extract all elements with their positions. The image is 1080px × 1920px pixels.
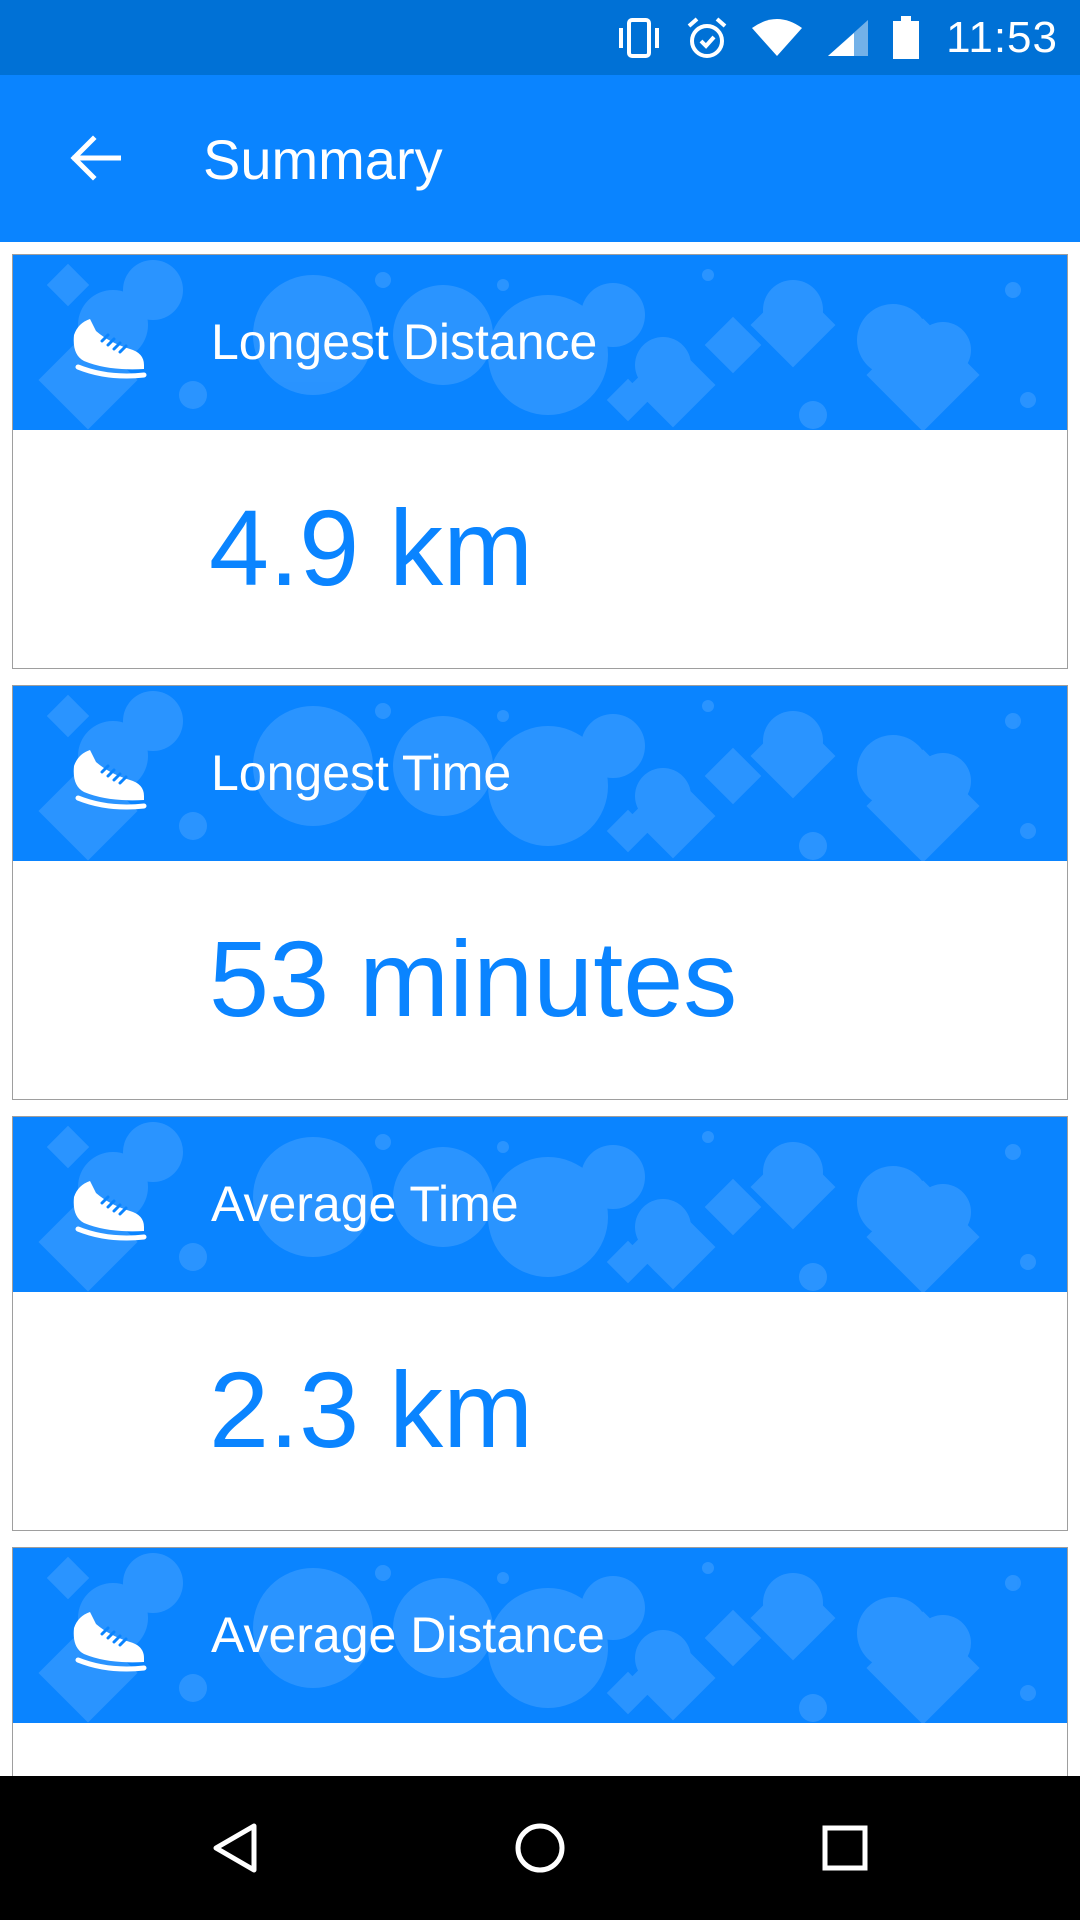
card-header: Longest Time bbox=[13, 686, 1067, 861]
status-bar: 11:53 bbox=[0, 0, 1080, 75]
arrow-back-icon bbox=[70, 135, 121, 181]
page-title: Summary bbox=[203, 128, 443, 191]
back-button[interactable] bbox=[52, 115, 138, 201]
sneaker-icon bbox=[73, 1181, 147, 1241]
card-value: 4.9 km bbox=[209, 487, 534, 608]
card-header: Longest Distance bbox=[13, 255, 1067, 430]
alarm-icon bbox=[686, 16, 728, 60]
summary-card-list[interactable]: Longest Distance 4.9 km Longest Time 53 … bbox=[12, 254, 1068, 1776]
sneaker-icon bbox=[73, 319, 147, 379]
system-nav-bar bbox=[0, 1776, 1080, 1920]
card-title: Longest Time bbox=[211, 745, 512, 801]
status-icons: 11:53 bbox=[614, 0, 1058, 75]
recents-square-icon bbox=[822, 1825, 868, 1871]
wifi-icon bbox=[750, 18, 804, 58]
card-body: 53 minutes bbox=[13, 861, 1067, 1099]
app-bar: Summary bbox=[0, 75, 1080, 242]
card-title: Average Distance bbox=[211, 1607, 605, 1663]
vibrate-icon bbox=[614, 17, 664, 58]
header-pattern bbox=[38, 691, 1036, 861]
nav-home-button[interactable] bbox=[490, 1798, 590, 1898]
card-value: 2.3 km bbox=[209, 1349, 534, 1470]
sneaker-icon bbox=[73, 750, 147, 810]
card-value: 53 minutes bbox=[209, 918, 738, 1039]
signal-icon bbox=[826, 18, 870, 58]
card-longest-time: Longest Time 53 minutes bbox=[12, 685, 1068, 1100]
status-time: 11:53 bbox=[946, 12, 1058, 62]
nav-recents-button[interactable] bbox=[795, 1798, 895, 1898]
card-header: Average Distance bbox=[13, 1548, 1067, 1723]
card-body: 4.9 km bbox=[13, 430, 1067, 668]
home-circle-icon bbox=[515, 1823, 565, 1873]
card-title: Longest Distance bbox=[211, 314, 598, 370]
card-title: Average Time bbox=[211, 1176, 519, 1232]
battery-icon bbox=[892, 15, 920, 60]
card-header: Average Time bbox=[13, 1117, 1067, 1292]
header-pattern bbox=[38, 1122, 1036, 1292]
back-triangle-icon bbox=[213, 1823, 257, 1873]
card-average-time: Average Time 2.3 km bbox=[12, 1116, 1068, 1531]
sneaker-icon bbox=[73, 1612, 147, 1672]
nav-back-button[interactable] bbox=[186, 1798, 286, 1898]
card-longest-distance: Longest Distance 4.9 km bbox=[12, 254, 1068, 669]
card-body: 2.3 km bbox=[13, 1292, 1067, 1530]
card-body bbox=[13, 1723, 1067, 1776]
card-average-distance: Average Distance bbox=[12, 1547, 1068, 1776]
